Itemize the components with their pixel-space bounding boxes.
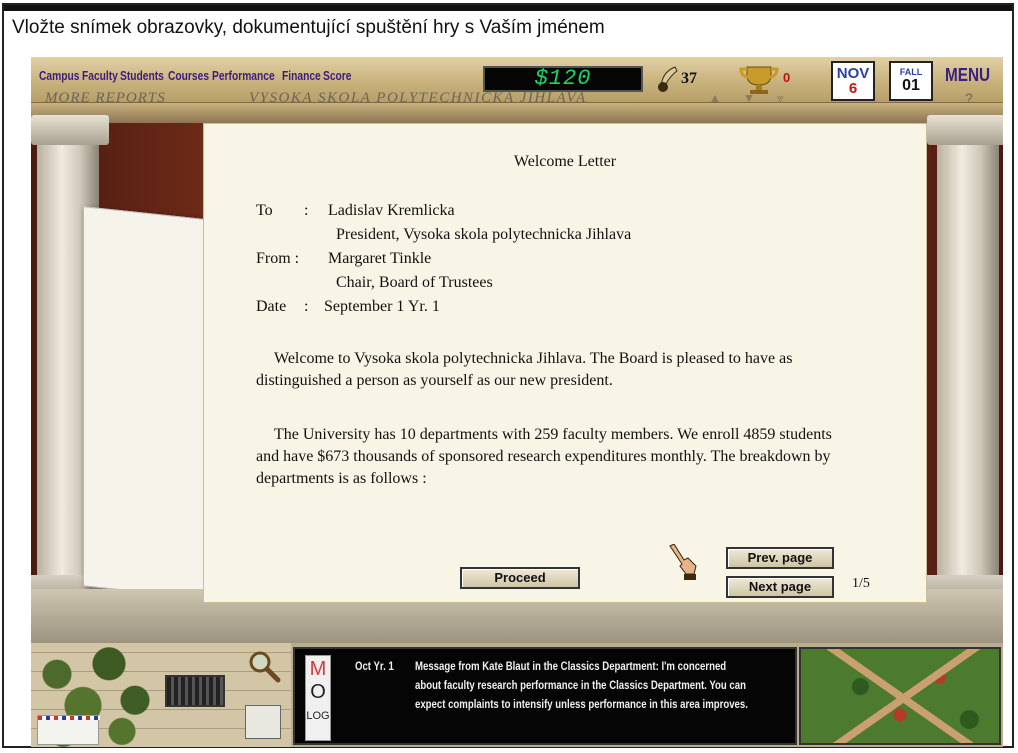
quill-count: 37 [681,70,697,87]
quill-icon [658,66,678,92]
left-pillar-cap [31,115,109,145]
mol-log-button[interactable]: M O LOG [305,655,331,741]
scene-background: Welcome Letter To : Ladislav Kremlicka P… [31,103,1003,643]
game-viewport: Campus Faculty Students Courses Performa… [31,57,1003,747]
calendar-term-name: FALL [899,67,923,77]
mol-log: LOG [306,710,330,722]
date-value: September 1 Yr. 1 [324,298,440,315]
menu-campus[interactable]: Campus [39,69,79,83]
menu-performance[interactable]: Performance [212,69,275,83]
menu-bar: Campus Faculty Students Courses Performa… [31,57,1003,106]
top-molding [31,103,1003,123]
menu-items: Campus Faculty Students Courses Performa… [39,69,352,83]
prev-page-button[interactable]: Prev. page [726,547,834,569]
menu-students[interactable]: Students [120,69,164,83]
campus-map-thumbnail[interactable] [799,647,1001,745]
to-separator: : [304,202,309,219]
money-display: $120 [483,66,643,92]
letter-paragraph-1: Welcome to Vysoka skola polytechnicka Ji… [256,350,793,389]
to-name: Ladislav Kremlicka [328,202,455,219]
pointing-hand-icon [669,544,697,580]
next-page-button[interactable]: Next page [726,576,834,598]
to-label: To [256,202,273,219]
from-name: Margaret Tinkle [328,250,432,267]
menu-faculty[interactable]: Faculty [82,69,118,83]
screenshot-frame: Vložte snímek obrazovky, dokumentující s… [2,3,1014,748]
vent-grille [165,675,225,707]
menu-courses[interactable]: Courses [168,69,209,83]
letter-title: Welcome Letter [513,153,617,170]
trophy-count: 0 [783,70,791,85]
menu-score[interactable]: Score [323,69,351,83]
welcome-letter: Welcome Letter To : Ladislav Kremlicka P… [203,123,927,603]
date-label: Date [256,298,287,315]
right-pillar-cap [927,115,1003,145]
mol-o: O [310,681,326,703]
main-menu-button[interactable]: MENU [945,65,990,86]
date-separator: : [304,298,309,315]
mailbox-icon[interactable] [245,705,281,739]
message-date: Oct Yr. 1 [355,659,394,673]
bottom-panel: M O LOG Oct Yr. 1 Message from Kate Blau… [31,643,1003,747]
from-label: From : [256,250,300,267]
menu-finance[interactable]: Finance [282,69,321,83]
proceed-button[interactable]: Proceed [460,567,580,589]
caption-text: Vložte snímek obrazovky, dokumentující s… [12,17,605,38]
top-strip [4,5,1012,11]
letter-paragraph-2: The University has 10 departments with 2… [256,426,832,487]
message-text: Message from Kate Blaut in the Classics … [415,659,748,711]
envelope-graphic [83,206,213,600]
calendar-month-name: NOV [836,65,870,82]
to-title: President, Vysoka skola polytechnicka Ji… [336,226,632,243]
right-pillar [937,117,999,587]
page-indicator: 1/5 [852,576,870,591]
message-box: M O LOG Oct Yr. 1 Message from Kate Blau… [293,647,797,745]
airmail-stripe [38,716,100,720]
mail-envelope-icon[interactable] [37,715,100,745]
mol-m: M [309,658,327,680]
magnifier-icon[interactable] [247,649,281,683]
from-title: Chair, Board of Trustees [336,274,493,291]
